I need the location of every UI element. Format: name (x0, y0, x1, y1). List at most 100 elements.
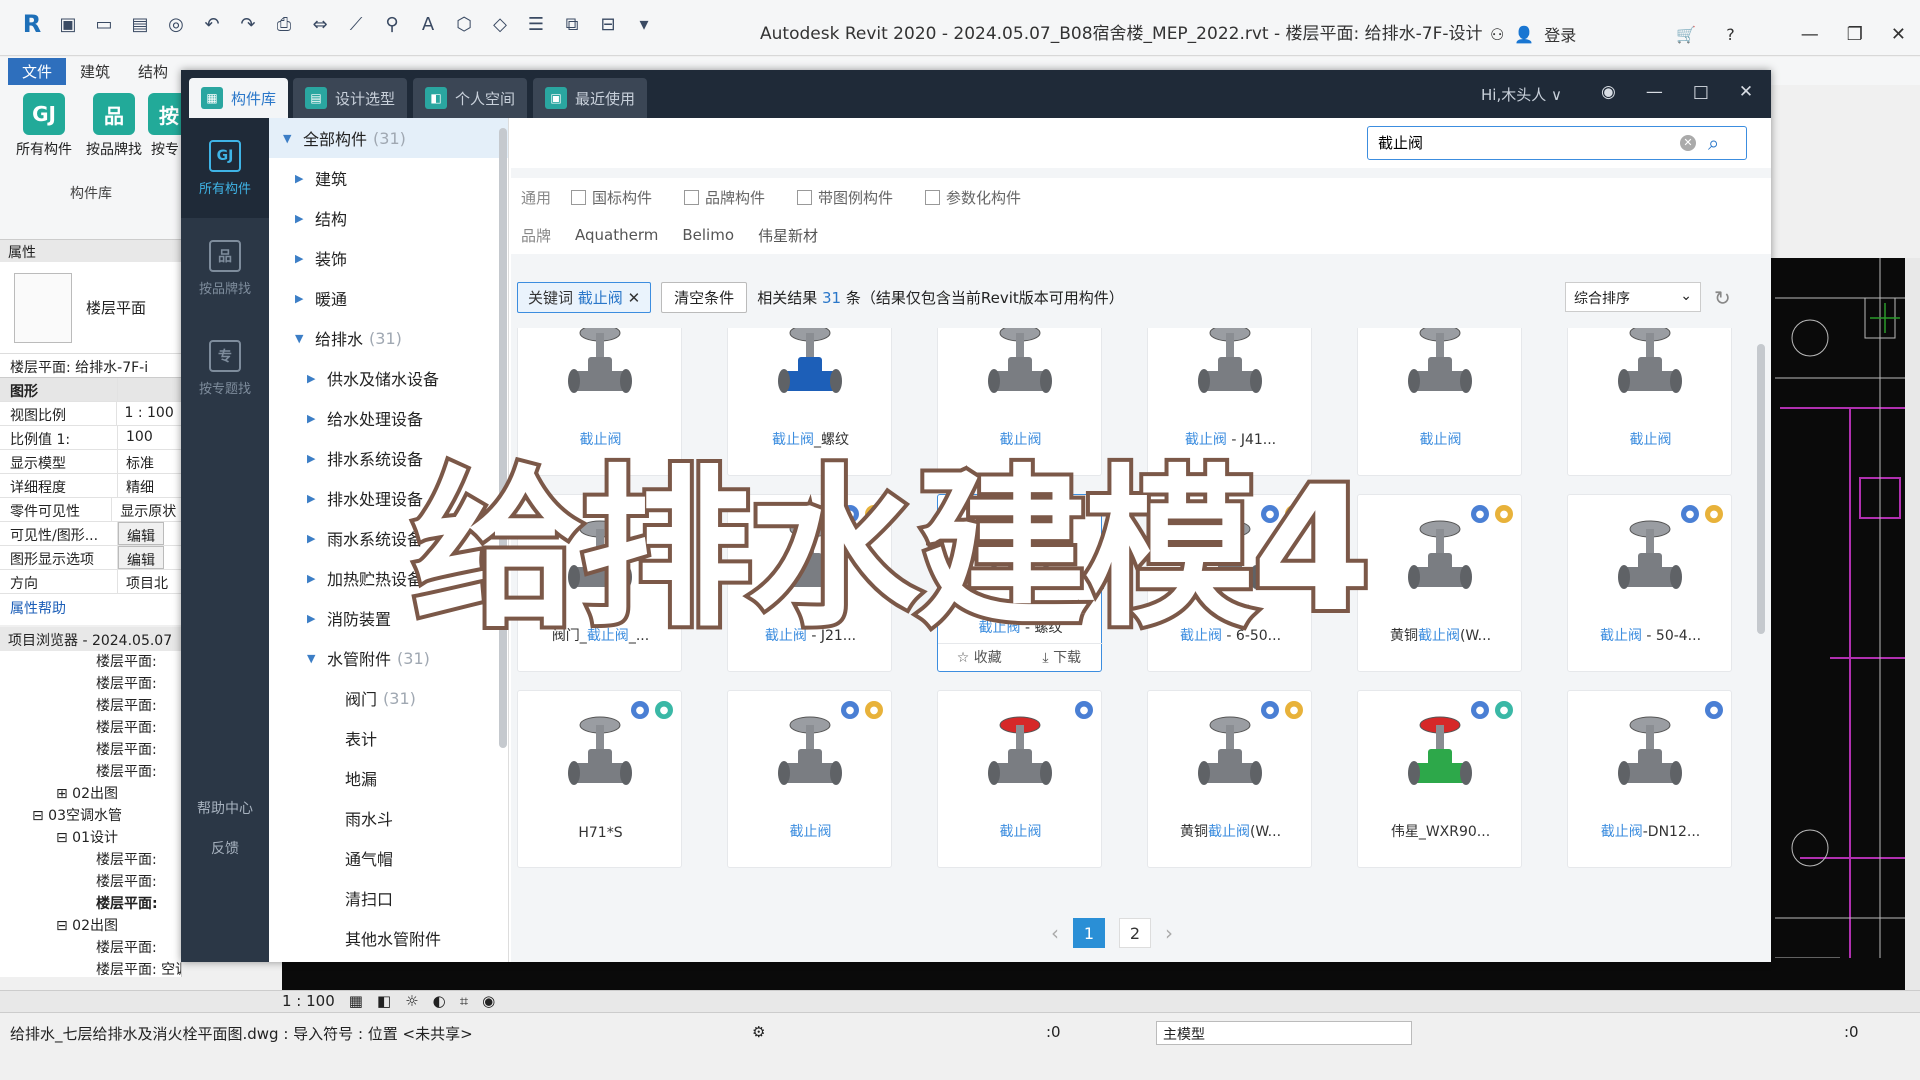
browser-item[interactable]: 楼层平面: (0, 937, 181, 959)
properties-help-link[interactable]: 属性帮助 (0, 594, 181, 622)
browser-item[interactable]: 楼层平面: (0, 849, 181, 871)
property-row[interactable]: 图形显示选项 编辑 (0, 546, 181, 570)
caret-right-icon[interactable]: ▶ (307, 612, 321, 625)
tree-node[interactable]: 通气帽 (269, 838, 508, 878)
home-icon[interactable]: ▣ (56, 12, 80, 36)
login-area[interactable]: ⚇ 👤 登录 🛒 ? (1490, 22, 1735, 46)
all-components-button[interactable]: GJ 所有构件 (14, 93, 74, 159)
tab-architecture[interactable]: 建筑 (66, 58, 124, 85)
close-icon[interactable]: ✕ (628, 289, 641, 307)
tag-icon[interactable]: ⚲ (380, 12, 404, 36)
property-value[interactable]: 编辑 (118, 522, 164, 545)
binoculars-icon[interactable]: ⚇ (1490, 25, 1504, 44)
vertical-scrollbar[interactable] (1905, 258, 1920, 990)
login-label[interactable]: 登录 (1544, 22, 1576, 46)
component-card[interactable]: 截止阀 (1567, 328, 1732, 476)
tab-structure[interactable]: 结构 (124, 58, 182, 85)
caret-right-icon[interactable]: ▶ (307, 372, 321, 385)
tree-node[interactable]: 雨水斗 (269, 798, 508, 838)
national-standard-checkbox[interactable]: 国标构件 (571, 187, 652, 208)
property-value[interactable]: 1 : 100 (117, 402, 182, 425)
property-row[interactable]: 详细程度 精细 (0, 474, 181, 498)
caret-right-icon[interactable]: ▶ (295, 252, 309, 265)
help-icon[interactable]: ? (1726, 25, 1735, 44)
property-row[interactable]: 显示模型 标准 (0, 450, 181, 474)
help-center-link[interactable]: 帮助中心 (181, 798, 269, 818)
browser-item[interactable]: ⊟ 03空调水管 (0, 805, 181, 827)
caret-right-icon[interactable]: ▶ (295, 172, 309, 185)
browser-item[interactable]: 楼层平面: (0, 673, 181, 695)
page-1[interactable]: 1 (1073, 918, 1105, 948)
text-icon[interactable]: A (416, 12, 440, 36)
tree-node[interactable]: 表计 (269, 718, 508, 758)
side-all-components[interactable]: GJ 所有构件 (181, 118, 269, 218)
tree-node[interactable]: ▶ 暖通 (269, 278, 508, 318)
parametric-component-checkbox[interactable]: 参数化构件 (925, 187, 1021, 208)
property-row[interactable]: 比例值 1: 100 (0, 426, 181, 450)
temp-hide-icon[interactable]: ◉ (482, 992, 495, 1010)
section-icon[interactable]: ◇ (488, 12, 512, 36)
caret-right-icon[interactable]: ▶ (307, 532, 321, 545)
tab-recent[interactable]: ▣ 最近使用 (533, 78, 648, 118)
tree-node[interactable]: 地漏 (269, 758, 508, 798)
tab-file[interactable]: 文件 (8, 57, 67, 85)
legend-component-checkbox[interactable]: 带图例构件 (797, 187, 893, 208)
close-icon[interactable]: ✕ (1891, 24, 1906, 45)
clear-search-icon[interactable]: ✕ (1680, 135, 1696, 151)
prev-page-icon[interactable]: ‹ (1051, 921, 1059, 945)
component-card[interactable]: ● ● 黄铜截止阀(W... (1147, 690, 1312, 868)
model-selector[interactable]: 主模型 (1156, 1021, 1412, 1045)
restore-icon[interactable]: ❐ (1847, 24, 1863, 45)
search-input[interactable] (1378, 133, 1678, 151)
tree-node[interactable]: 清扫口 (269, 878, 508, 918)
detail-level-icon[interactable]: ▦ (349, 992, 363, 1010)
component-name[interactable]: 黄铜截止阀(W... (1148, 821, 1313, 841)
feedback-link[interactable]: 反馈 (181, 838, 269, 858)
shadows-icon[interactable]: ◐ (433, 992, 446, 1010)
keyword-tag[interactable]: 关键词 截止阀 ✕ (517, 282, 652, 313)
tab-component-library[interactable]: ▦ 构件库 (189, 78, 289, 118)
property-value[interactable]: 项目北 (118, 570, 176, 593)
property-row[interactable]: 视图比例 1 : 100 (0, 402, 181, 426)
property-row[interactable]: 方向 项目北 (0, 570, 181, 594)
browser-item[interactable]: ⊞ 02出图 (0, 783, 181, 805)
browser-item[interactable]: 楼层平面: 空调水管- (0, 959, 181, 977)
visual-style-icon[interactable]: ◧ (377, 992, 391, 1010)
sun-path-icon[interactable]: ☼ (405, 992, 418, 1010)
component-name[interactable]: 截止阀 (938, 821, 1103, 841)
component-card[interactable]: ● ● 伟星_WXR90... (1357, 690, 1522, 868)
brand-weixing[interactable]: 伟星新材 (758, 225, 818, 246)
property-row[interactable]: 可见性/图形... 编辑 (0, 522, 181, 546)
tree-node[interactable]: ▼ 全部构件 (31) (269, 118, 508, 158)
brand-aquatherm[interactable]: Aquatherm (575, 226, 658, 244)
caret-down-icon[interactable]: ▼ (307, 652, 321, 665)
browser-item[interactable]: 楼层平面: (0, 871, 181, 893)
workset-icon[interactable]: ⚙ (752, 1023, 765, 1041)
maximize-icon[interactable]: □ (1693, 82, 1709, 102)
page-2[interactable]: 2 (1119, 918, 1151, 948)
print-icon[interactable]: ⎙ (272, 12, 296, 36)
tree-node[interactable]: 阀门 (31) (269, 678, 508, 718)
component-name[interactable]: 截止阀-DN12... (1568, 821, 1733, 841)
sort-select[interactable]: 综合排序 ⌄ (1565, 282, 1701, 312)
thin-lines-icon[interactable]: ☰ (524, 12, 548, 36)
caret-right-icon[interactable]: ▶ (307, 452, 321, 465)
tree-node[interactable]: 其他水管附件 (269, 918, 508, 958)
component-card[interactable]: ● ● 截止阀 (727, 690, 892, 868)
caret-right-icon[interactable]: ▶ (295, 292, 309, 305)
tree-node[interactable]: ▶ 结构 (269, 198, 508, 238)
sync-icon[interactable]: ◎ (164, 12, 188, 36)
tree-node[interactable]: ▶ 供水及储水设备 (269, 358, 508, 398)
results-scrollbar[interactable] (1757, 344, 1765, 634)
property-row[interactable]: 零件可见性 显示原状 (0, 498, 181, 522)
tree-node[interactable]: ▶ 建筑 (269, 158, 508, 198)
revit-logo-icon[interactable]: R (20, 10, 44, 38)
browser-item[interactable]: 楼层平面: (0, 893, 181, 915)
property-value[interactable]: 编辑 (118, 546, 164, 569)
component-name[interactable]: 伟星_WXR90... (1358, 821, 1523, 841)
type-selector[interactable]: 楼层平面 (0, 262, 181, 354)
side-by-brand[interactable]: 品按品牌找 (181, 218, 269, 318)
brand-belimo[interactable]: Belimo (682, 226, 734, 244)
save-icon[interactable]: ▤ (128, 12, 152, 36)
minimize-icon[interactable]: — (1801, 24, 1819, 45)
